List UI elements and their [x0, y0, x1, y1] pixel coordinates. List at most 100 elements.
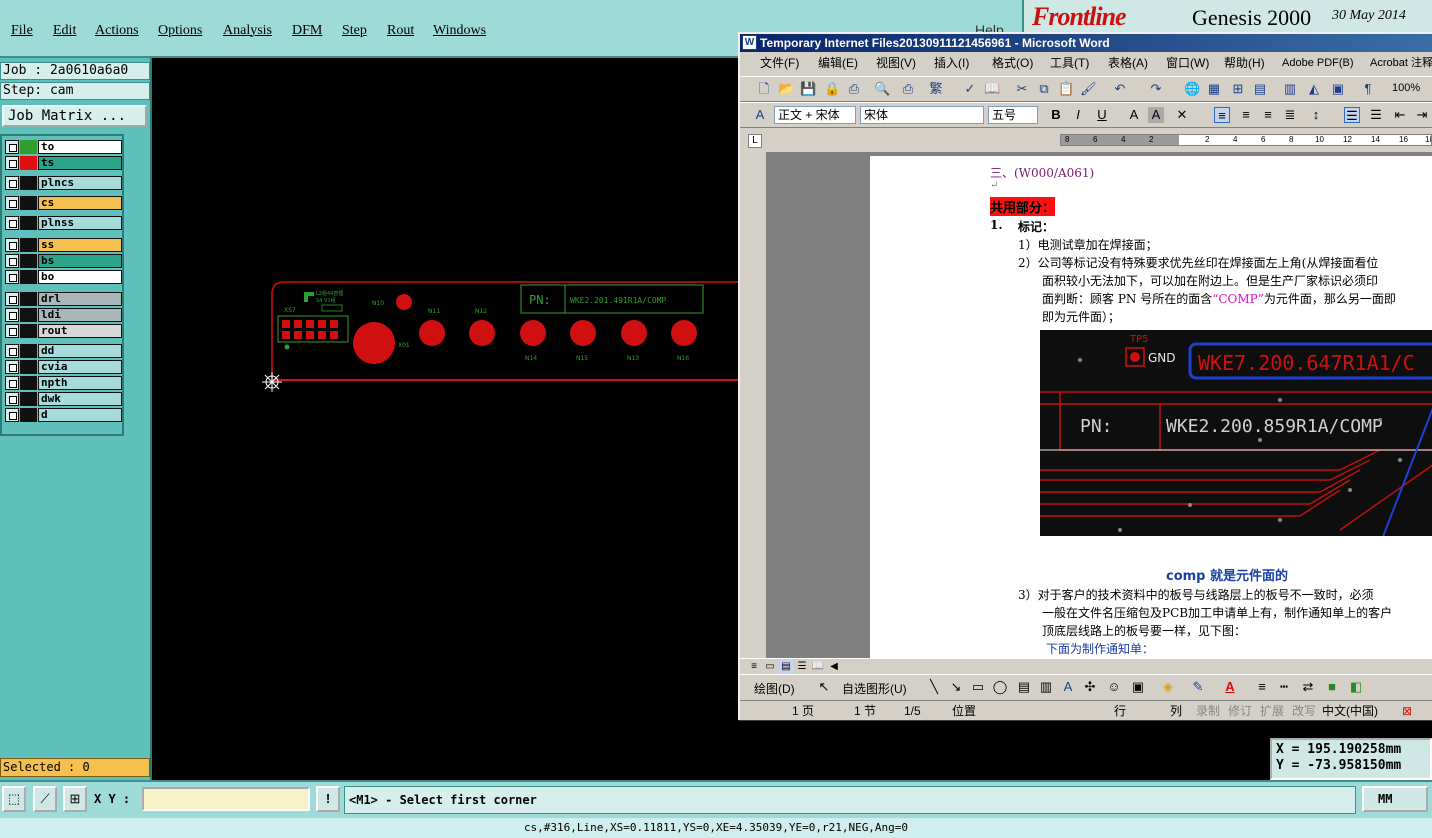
status-track[interactable]: 修订	[1228, 701, 1252, 720]
font-select[interactable]: 宋体	[860, 106, 984, 124]
paste-icon[interactable]: 📋	[1058, 81, 1074, 97]
layer-row-bo[interactable]: bo	[5, 270, 122, 284]
layer-color-swatch[interactable]	[20, 308, 37, 322]
font-size-select[interactable]: 五号	[988, 106, 1038, 124]
layer-color-swatch[interactable]	[20, 392, 37, 406]
layer-color-swatch[interactable]	[20, 408, 37, 422]
reading-view-icon[interactable]: 📖	[810, 659, 826, 675]
layer-checkbox[interactable]	[5, 238, 19, 252]
word-menu-format[interactable]: 格式(O)	[992, 52, 1033, 74]
word-menu-insert[interactable]: 插入(I)	[934, 52, 969, 74]
underline-icon[interactable]: U	[1094, 107, 1110, 123]
layer-color-swatch[interactable]	[20, 344, 37, 358]
picture-icon[interactable]: ▣	[1130, 679, 1146, 695]
char-scaling-icon[interactable]: ✕	[1174, 107, 1190, 123]
cut-icon[interactable]: ✂	[1014, 81, 1030, 97]
format-painter-icon[interactable]: 🖌	[1080, 81, 1097, 97]
status-overtype[interactable]: 改写	[1292, 701, 1316, 720]
styles-icon[interactable]: A	[752, 107, 768, 123]
layer-row-ldi[interactable]: ldi	[5, 308, 122, 322]
word-menu-file[interactable]: 文件(F)	[760, 52, 799, 74]
layer-row-bs[interactable]: bs	[5, 254, 122, 268]
menu-analysis[interactable]: Analysis	[223, 23, 272, 39]
layer-row-ss[interactable]: ss	[5, 238, 122, 252]
layer-checkbox[interactable]	[5, 156, 19, 170]
new-icon[interactable]: 🗋	[756, 81, 772, 97]
layer-checkbox[interactable]	[5, 140, 19, 154]
measure-icon[interactable]: ⟋	[33, 786, 57, 812]
font-color-icon[interactable]: A	[1222, 679, 1238, 695]
word-menu-tools[interactable]: 工具(T)	[1050, 52, 1089, 74]
bullets-icon[interactable]: ☰	[1368, 107, 1384, 123]
dash-style-icon[interactable]: ┅	[1276, 679, 1292, 695]
menu-step[interactable]: Step	[342, 23, 367, 39]
layer-checkbox[interactable]	[5, 360, 19, 374]
char-border-icon[interactable]: A	[1126, 107, 1142, 123]
layer-color-swatch[interactable]	[20, 176, 37, 190]
layer-checkbox[interactable]	[5, 176, 19, 190]
undo-icon[interactable]: ↶	[1112, 81, 1128, 97]
graphic-canvas[interactable]: PN: WKE2.201.491R1A/COMP L2组44管理 S4 V1组 …	[152, 58, 738, 780]
layer-color-swatch[interactable]	[20, 238, 37, 252]
layer-row-npth[interactable]: npth	[5, 376, 122, 390]
layer-name[interactable]: bs	[38, 254, 122, 268]
spelling-status-icon[interactable]: ⊠	[1402, 701, 1412, 720]
bold-icon[interactable]: B	[1048, 107, 1064, 123]
layer-name[interactable]: ldi	[38, 308, 122, 322]
tab-selector-icon[interactable]: L	[748, 134, 762, 148]
layer-name[interactable]: drl	[38, 292, 122, 306]
scroll-left-icon[interactable]: ◀	[826, 659, 842, 675]
layer-checkbox[interactable]	[5, 308, 19, 322]
layer-color-swatch[interactable]	[20, 254, 37, 268]
research-icon[interactable]: 📖	[984, 81, 1000, 97]
line-style-icon[interactable]: ≡	[1254, 679, 1270, 695]
layer-row-cs[interactable]: cs	[5, 196, 122, 210]
layer-checkbox[interactable]	[5, 324, 19, 338]
layer-name[interactable]: rout	[38, 324, 122, 338]
status-extend[interactable]: 扩展	[1260, 701, 1284, 720]
autoshapes-menu[interactable]: 自选图形(U)	[842, 680, 907, 697]
wordart-icon[interactable]: A	[1060, 679, 1076, 695]
word-menu-help[interactable]: 帮助(H)	[1224, 52, 1265, 74]
menu-windows[interactable]: Windows	[433, 23, 486, 39]
fill-color-icon[interactable]: ◈	[1160, 679, 1176, 695]
insert-excel-icon[interactable]: ▤	[1252, 81, 1268, 97]
layer-checkbox[interactable]	[5, 216, 19, 230]
traditional-chinese-icon[interactable]: 繁	[928, 81, 944, 97]
layer-name[interactable]: cvia	[38, 360, 122, 374]
word-ruler[interactable]: 8 6 4 2 2 4 6 8 10 12 14 16 18	[1060, 134, 1432, 146]
style-select[interactable]: 正文 + 宋体	[774, 106, 856, 124]
clipart-icon[interactable]: ☺	[1106, 679, 1122, 695]
layer-name[interactable]: ss	[38, 238, 122, 252]
web-view-icon[interactable]: ▭	[762, 659, 778, 675]
menu-file[interactable]: File	[11, 23, 33, 39]
char-shading-icon[interactable]: A	[1148, 107, 1164, 123]
shadow-icon[interactable]: ■	[1324, 679, 1340, 695]
layer-checkbox[interactable]	[5, 196, 19, 210]
textbox-icon[interactable]: ▤	[1016, 679, 1032, 695]
menu-options[interactable]: Options	[158, 23, 202, 39]
alert-icon[interactable]: !	[316, 786, 340, 812]
hyperlink-icon[interactable]: 🌐	[1184, 81, 1200, 97]
layer-color-swatch[interactable]	[20, 324, 37, 338]
xy-input[interactable]	[142, 787, 310, 811]
diagram-icon[interactable]: ✣	[1082, 679, 1098, 695]
layer-checkbox[interactable]	[5, 292, 19, 306]
italic-icon[interactable]: I	[1070, 107, 1086, 123]
3d-icon[interactable]: ◧	[1348, 679, 1364, 695]
permission-icon[interactable]: 🔒	[824, 81, 840, 97]
layer-color-swatch[interactable]	[20, 156, 37, 170]
menu-edit[interactable]: Edit	[53, 23, 76, 39]
print-view-icon[interactable]: ▤	[778, 659, 794, 675]
word-menu-window[interactable]: 窗口(W)	[1166, 52, 1209, 74]
doc-pcb-image[interactable]: TP5 GND WKE7.200.647R1A1/C PN: WKE2.200.…	[1040, 330, 1432, 536]
rectangle-icon[interactable]: ▭	[970, 679, 986, 695]
select-objects-icon[interactable]: ↖	[816, 679, 832, 695]
word-menu-acrobat[interactable]: Acrobat 注释	[1370, 52, 1432, 74]
open-icon[interactable]: 📂	[778, 81, 794, 97]
layer-row-to[interactable]: to	[5, 140, 122, 154]
zoom-area-icon[interactable]: ⬚	[2, 786, 26, 812]
increase-indent-icon[interactable]: ⇥	[1414, 107, 1430, 123]
layer-checkbox[interactable]	[5, 344, 19, 358]
word-menu-view[interactable]: 视图(V)	[876, 52, 916, 74]
